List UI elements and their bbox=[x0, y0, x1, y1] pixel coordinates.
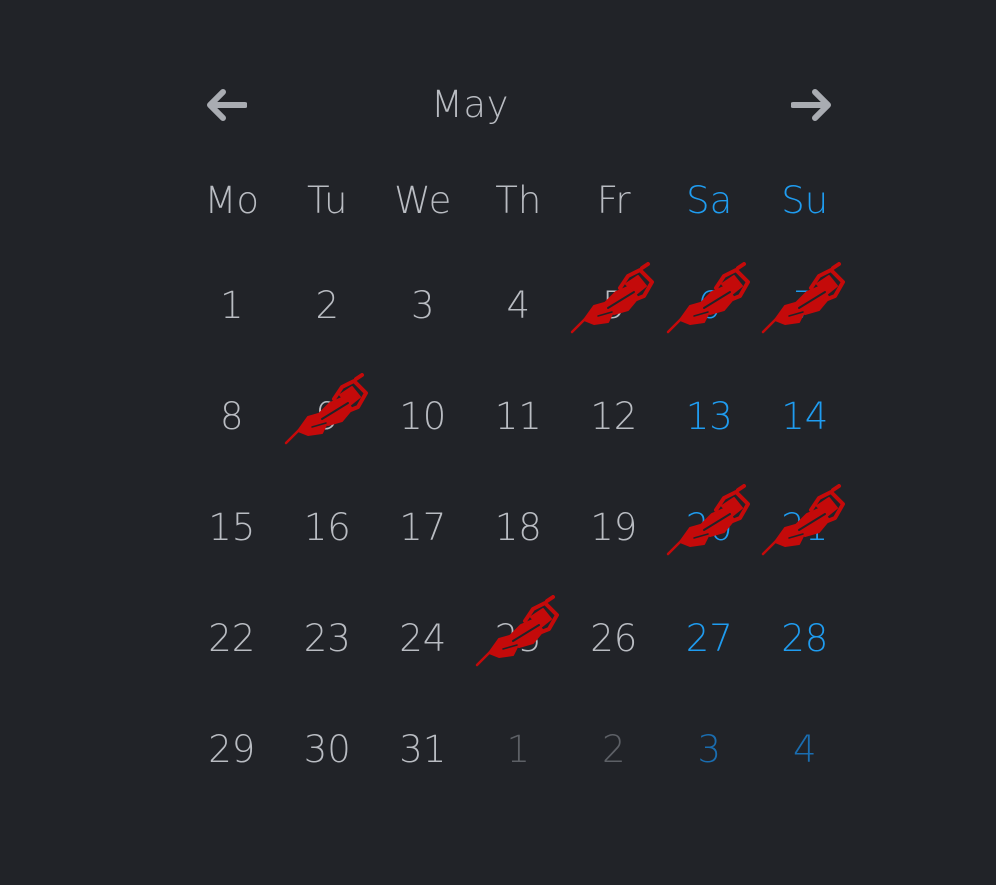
weekday-label-we: We bbox=[394, 179, 452, 222]
day-number: 18 bbox=[494, 506, 542, 549]
day-cell[interactable]: 6 bbox=[662, 250, 758, 361]
day-number: 11 bbox=[494, 395, 542, 438]
day-number: 9 bbox=[315, 395, 340, 438]
day-cell[interactable]: 12 bbox=[566, 361, 662, 472]
day-number: 10 bbox=[399, 395, 447, 438]
day-cell[interactable]: 17 bbox=[375, 472, 471, 583]
day-cell[interactable]: 16 bbox=[280, 472, 376, 583]
day-cell[interactable]: 10 bbox=[375, 361, 471, 472]
day-cell[interactable]: 30 bbox=[280, 694, 376, 805]
day-cell[interactable]: 31 bbox=[375, 694, 471, 805]
day-number: 5 bbox=[601, 284, 626, 327]
day-number: 24 bbox=[399, 617, 447, 660]
weekday-label-fr: Fr bbox=[596, 179, 631, 222]
day-cell[interactable]: 5 bbox=[566, 250, 662, 361]
day-cell[interactable]: 15 bbox=[184, 472, 280, 583]
day-grid: 12345 6 7 8 9 10 11 12 13 14 15 16 17 18… bbox=[184, 250, 852, 805]
day-cell[interactable]: 29 bbox=[184, 694, 280, 805]
day-number: 17 bbox=[399, 506, 447, 549]
day-number: 13 bbox=[685, 395, 733, 438]
day-cell[interactable]: 13 bbox=[662, 361, 758, 472]
day-number: 4 bbox=[506, 284, 531, 327]
day-cell[interactable]: 14 bbox=[757, 361, 853, 472]
day-number: 16 bbox=[303, 506, 351, 549]
day-number: 23 bbox=[303, 617, 351, 660]
day-cell[interactable]: 2 bbox=[280, 250, 376, 361]
next-month-button[interactable] bbox=[784, 82, 840, 128]
day-number: 2 bbox=[315, 284, 340, 327]
day-cell[interactable]: 3 bbox=[375, 250, 471, 361]
day-number: 1 bbox=[506, 728, 531, 771]
day-number: 25 bbox=[494, 617, 542, 660]
calendar: May Mo Tu We Th Fr Sa Su 12345 6 7 8 9 1… bbox=[184, 60, 852, 805]
day-cell[interactable]: 27 bbox=[662, 583, 758, 694]
day-number: 3 bbox=[697, 728, 722, 771]
day-cell-next-month[interactable]: 3 bbox=[662, 694, 758, 805]
day-number: 12 bbox=[590, 395, 638, 438]
day-number: 6 bbox=[697, 284, 722, 327]
day-number: 28 bbox=[781, 617, 829, 660]
day-number: 27 bbox=[685, 617, 733, 660]
day-cell[interactable]: 9 bbox=[280, 361, 376, 472]
weekday-label-tu: Tu bbox=[307, 179, 348, 222]
day-number: 29 bbox=[208, 728, 256, 771]
day-number: 19 bbox=[590, 506, 638, 549]
day-number: 21 bbox=[781, 506, 829, 549]
day-cell[interactable]: 1 bbox=[184, 250, 280, 361]
calendar-header: May bbox=[184, 60, 852, 152]
day-cell[interactable]: 7 bbox=[757, 250, 853, 361]
day-cell-next-month[interactable]: 4 bbox=[757, 694, 853, 805]
day-cell[interactable]: 8 bbox=[184, 361, 280, 472]
weekday-header-row: Mo Tu We Th Fr Sa Su bbox=[184, 152, 852, 250]
day-cell[interactable]: 20 bbox=[662, 472, 758, 583]
day-cell[interactable]: 22 bbox=[184, 583, 280, 694]
day-number: 20 bbox=[685, 506, 733, 549]
day-cell[interactable]: 4 bbox=[471, 250, 567, 361]
arrow-left-icon bbox=[205, 88, 247, 122]
day-number: 7 bbox=[792, 284, 817, 327]
month-title: May bbox=[431, 83, 509, 126]
day-cell[interactable]: 11 bbox=[471, 361, 567, 472]
day-cell[interactable]: 18 bbox=[471, 472, 567, 583]
day-cell[interactable]: 26 bbox=[566, 583, 662, 694]
day-cell[interactable]: 25 bbox=[471, 583, 567, 694]
day-cell[interactable]: 23 bbox=[280, 583, 376, 694]
day-number: 26 bbox=[590, 617, 638, 660]
day-cell-next-month[interactable]: 2 bbox=[566, 694, 662, 805]
weekday-label-sa: Sa bbox=[686, 179, 733, 222]
day-number: 22 bbox=[208, 617, 256, 660]
day-number: 15 bbox=[208, 506, 256, 549]
day-number: 30 bbox=[303, 728, 351, 771]
arrow-right-icon bbox=[791, 88, 833, 122]
weekday-label-mo: Mo bbox=[204, 179, 260, 222]
day-number: 31 bbox=[399, 728, 447, 771]
day-cell[interactable]: 24 bbox=[375, 583, 471, 694]
day-number: 2 bbox=[601, 728, 626, 771]
day-number: 1 bbox=[219, 284, 244, 327]
day-number: 3 bbox=[410, 284, 435, 327]
day-cell[interactable]: 19 bbox=[566, 472, 662, 583]
prev-month-button[interactable] bbox=[198, 82, 254, 128]
weekday-label-th: Th bbox=[495, 179, 542, 222]
weekday-label-su: Su bbox=[781, 179, 829, 222]
day-number: 14 bbox=[781, 395, 829, 438]
day-cell[interactable]: 21 bbox=[757, 472, 853, 583]
day-number: 4 bbox=[792, 728, 817, 771]
day-cell[interactable]: 28 bbox=[757, 583, 853, 694]
day-number: 8 bbox=[219, 395, 244, 438]
day-cell-next-month[interactable]: 1 bbox=[471, 694, 567, 805]
